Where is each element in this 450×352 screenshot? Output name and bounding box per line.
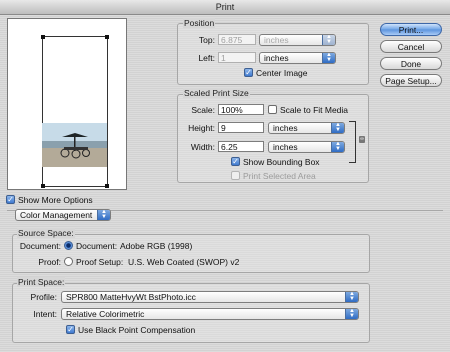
updown-arrows-icon: ▲ ▼ bbox=[331, 123, 344, 133]
scale-to-fit-checkbox[interactable] bbox=[268, 105, 277, 114]
show-more-options-label: Show More Options bbox=[18, 195, 93, 205]
bounding-handle-bl[interactable] bbox=[41, 184, 45, 188]
intent-label: Intent: bbox=[33, 309, 57, 319]
print-preview bbox=[7, 18, 127, 190]
left-label: Left: bbox=[198, 53, 215, 63]
center-image-checkbox[interactable]: ✓ bbox=[244, 68, 253, 77]
show-bounding-box-checkbox[interactable]: ✓ bbox=[231, 157, 240, 166]
proof-radio[interactable] bbox=[64, 257, 73, 266]
checkmark-icon: ✓ bbox=[245, 68, 252, 77]
updown-arrows-icon: ▲ ▼ bbox=[345, 292, 358, 302]
black-point-compensation-checkbox[interactable]: ✓ bbox=[66, 325, 75, 334]
checkmark-icon: ✓ bbox=[67, 325, 74, 334]
updown-arrows-icon: ▲ ▼ bbox=[322, 53, 335, 63]
proof-profile-value: U.S. Web Coated (SWOP) v2 bbox=[128, 257, 240, 267]
left-unit-select[interactable]: inches ▲ ▼ bbox=[259, 52, 336, 64]
updown-arrows-icon: ▲ ▼ bbox=[345, 309, 358, 319]
top-label: Top: bbox=[198, 35, 215, 45]
print-selected-area-checkbox[interactable] bbox=[231, 171, 240, 180]
height-unit-value: inches bbox=[273, 123, 298, 133]
profile-value: SPR800 MatteHvyWt BstPhoto.icc bbox=[66, 292, 196, 302]
page-setup-button[interactable]: Page Setup... bbox=[380, 74, 442, 87]
black-point-compensation-label: Use Black Point Compensation bbox=[78, 325, 196, 335]
chain-link-icon: ∞ bbox=[359, 136, 365, 143]
updown-arrows-icon: ▲ ▼ bbox=[322, 35, 335, 45]
show-bounding-box-label: Show Bounding Box bbox=[243, 157, 320, 167]
print-space-heading: Print Space: bbox=[17, 277, 66, 287]
height-label: Height: bbox=[188, 123, 215, 133]
width-field[interactable]: 6.25 bbox=[218, 141, 264, 152]
done-button[interactable]: Done bbox=[380, 57, 442, 70]
checkmark-icon: ✓ bbox=[7, 195, 14, 204]
updown-arrows-icon: ▲ ▼ bbox=[331, 142, 344, 152]
bounding-handle-tr[interactable] bbox=[105, 35, 109, 39]
cancel-button[interactable]: Cancel bbox=[380, 40, 442, 53]
top-field[interactable]: 6.875 bbox=[218, 34, 256, 45]
height-unit-select[interactable]: inches ▲ ▼ bbox=[268, 122, 345, 134]
bounding-handle-br[interactable] bbox=[105, 184, 109, 188]
scaled-print-size-heading: Scaled Print Size bbox=[183, 88, 250, 98]
document-label: Document: bbox=[19, 241, 61, 251]
proportion-bracket bbox=[349, 121, 356, 163]
top-unit-value: inches bbox=[264, 35, 289, 45]
print-selected-area-label: Print Selected Area bbox=[243, 171, 316, 181]
intent-value: Relative Colorimetric bbox=[66, 309, 145, 319]
scale-label: Scale: bbox=[191, 105, 215, 115]
top-unit-select[interactable]: inches ▲ ▼ bbox=[259, 34, 336, 46]
proof-option-label: Proof Setup: bbox=[76, 257, 124, 267]
left-unit-value: inches bbox=[264, 53, 289, 63]
width-label: Width: bbox=[190, 142, 215, 152]
window-title: Print bbox=[0, 0, 450, 15]
beach-photo-icon bbox=[42, 123, 107, 167]
color-management-select[interactable]: Color Management ▲ ▼ bbox=[15, 209, 111, 221]
bounding-handle-tl[interactable] bbox=[41, 35, 45, 39]
document-option-label: Document: bbox=[76, 241, 118, 251]
profile-label: Profile: bbox=[30, 292, 57, 302]
preview-image bbox=[42, 123, 107, 167]
intent-select[interactable]: Relative Colorimetric ▲ ▼ bbox=[61, 308, 359, 320]
position-heading: Position bbox=[183, 18, 216, 28]
checkmark-icon: ✓ bbox=[232, 157, 239, 166]
source-space-group bbox=[12, 234, 370, 273]
source-space-heading: Source Space: bbox=[17, 228, 75, 238]
scale-to-fit-label: Scale to Fit Media bbox=[280, 105, 349, 115]
width-unit-value: inches bbox=[273, 142, 298, 152]
print-dialog: Position Top: 6.875 inches ▲ ▼ Left: 1 in… bbox=[0, 15, 450, 352]
document-radio[interactable] bbox=[64, 241, 73, 250]
color-management-value: Color Management bbox=[20, 210, 93, 220]
print-button[interactable]: Print... bbox=[380, 23, 442, 36]
show-more-options-checkbox[interactable]: ✓ bbox=[6, 195, 15, 204]
left-field[interactable]: 1 bbox=[218, 52, 256, 63]
updown-arrows-icon: ▲ ▼ bbox=[97, 210, 110, 220]
profile-select[interactable]: SPR800 MatteHvyWt BstPhoto.icc ▲ ▼ bbox=[61, 291, 359, 303]
width-unit-select[interactable]: inches ▲ ▼ bbox=[268, 141, 345, 153]
center-image-label: Center Image bbox=[256, 68, 308, 78]
proof-label: Proof: bbox=[38, 257, 61, 267]
height-field[interactable]: 9 bbox=[218, 122, 264, 133]
scale-field[interactable]: 100% bbox=[218, 104, 264, 115]
document-profile-value: Adobe RGB (1998) bbox=[120, 241, 193, 251]
